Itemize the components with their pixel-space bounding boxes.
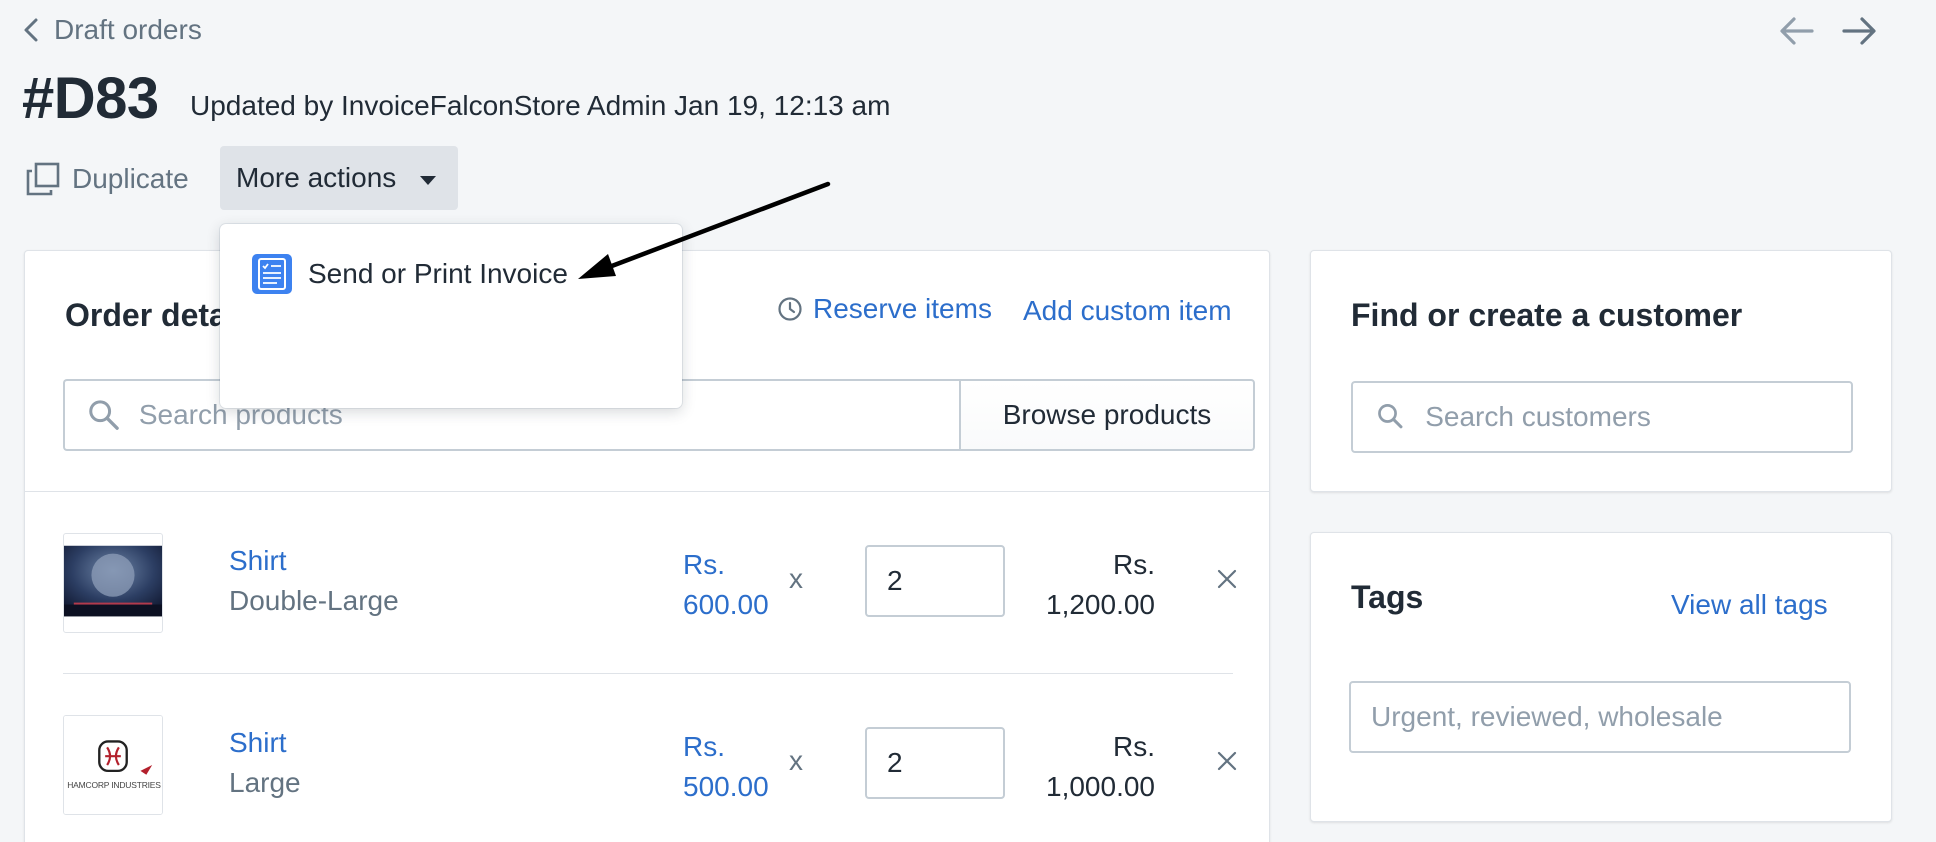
more-actions-label: More actions: [236, 162, 397, 193]
quantity-input[interactable]: [887, 747, 1003, 779]
remove-item-button[interactable]: [1215, 567, 1239, 591]
more-actions-button[interactable]: More actions: [220, 146, 458, 210]
unit-price-currency: Rs.: [683, 731, 725, 762]
line-total: Rs. 1,000.00: [1043, 727, 1155, 807]
chevron-left-icon: [24, 18, 38, 42]
product-variant: Large: [229, 767, 301, 798]
remove-item-button[interactable]: [1215, 749, 1239, 773]
send-or-print-invoice-menu-item[interactable]: Send or Print Invoice: [252, 254, 568, 294]
search-customers-field[interactable]: [1351, 381, 1853, 453]
product-thumbnail: [63, 533, 163, 633]
previous-order-button[interactable]: [1778, 12, 1816, 50]
product-name-link[interactable]: Shirt: [229, 727, 287, 759]
line-total: Rs. 1,200.00: [1043, 545, 1155, 625]
menu-item-label: Send or Print Invoice: [308, 258, 568, 289]
quantity-field[interactable]: [865, 545, 1005, 617]
browse-products-button[interactable]: Browse products: [959, 379, 1255, 451]
search-icon: [89, 400, 119, 430]
reserve-items-label: Reserve items: [813, 293, 992, 324]
next-order-button[interactable]: [1840, 12, 1878, 50]
search-icon: [1378, 404, 1403, 429]
hamcorp-logo-text: HAMCORP INDUSTRIES: [67, 780, 161, 790]
tags-input[interactable]: [1371, 701, 1849, 733]
multiply-sign: x: [789, 563, 803, 594]
duplicate-button[interactable]: Duplicate: [26, 158, 189, 200]
line-total-amount: 1,000.00: [1046, 771, 1155, 802]
caret-down-icon: [420, 175, 437, 185]
arrow-right-icon: [1842, 17, 1876, 45]
product-image: [64, 545, 162, 617]
customer-card-title: Find or create a customer: [1351, 297, 1743, 333]
close-icon: [1217, 751, 1237, 771]
line-item: HAMCORP INDUSTRIES Shirt Large Rs. 500.0…: [63, 715, 1237, 815]
close-icon: [1217, 569, 1237, 589]
reserve-items-link[interactable]: Reserve items: [777, 293, 992, 325]
back-link-label: Draft orders: [54, 14, 202, 45]
hamcorp-logo-image: [64, 716, 162, 814]
customer-card: Find or create a customer: [1310, 250, 1892, 492]
line-total-currency: Rs.: [1113, 549, 1155, 580]
product-thumbnail: HAMCORP INDUSTRIES: [63, 715, 163, 815]
quantity-input[interactable]: [887, 565, 1003, 597]
back-to-draft-orders-link[interactable]: Draft orders: [22, 12, 202, 48]
line-total-amount: 1,200.00: [1046, 589, 1155, 620]
more-actions-dropdown: Send or Print Invoice: [220, 224, 682, 408]
page-title: #D83: [22, 66, 159, 131]
unit-price[interactable]: Rs. 500.00: [683, 727, 793, 807]
arrow-left-icon: [1780, 17, 1814, 45]
product-name-link[interactable]: Shirt: [229, 545, 287, 577]
tags-card: Tags View all tags: [1310, 532, 1892, 822]
quantity-field[interactable]: [865, 727, 1005, 799]
unit-price[interactable]: Rs. 600.00: [683, 545, 793, 625]
tags-card-title: Tags: [1351, 579, 1424, 615]
item-divider: [63, 673, 1233, 674]
multiply-sign: x: [789, 745, 803, 776]
line-item: Shirt Double-Large Rs. 600.00 x Rs. 1,20…: [63, 533, 1237, 633]
duplicate-icon: [26, 162, 60, 196]
unit-price-amount: 600.00: [683, 589, 769, 620]
tags-field[interactable]: [1349, 681, 1851, 753]
order-details-title: Order deta: [65, 297, 227, 333]
unit-price-amount: 500.00: [683, 771, 769, 802]
product-variant: Double-Large: [229, 585, 399, 616]
clock-icon: [778, 297, 802, 321]
line-total-currency: Rs.: [1113, 731, 1155, 762]
invoice-icon: [252, 254, 292, 294]
search-customers-input[interactable]: [1425, 401, 1851, 433]
duplicate-label: Duplicate: [72, 163, 189, 194]
updated-by-text: Updated by InvoiceFalconStore Admin Jan …: [190, 90, 891, 121]
section-divider: [25, 491, 1269, 492]
unit-price-currency: Rs.: [683, 549, 725, 580]
view-all-tags-link[interactable]: View all tags: [1671, 589, 1828, 621]
add-custom-item-link[interactable]: Add custom item: [1023, 295, 1232, 327]
